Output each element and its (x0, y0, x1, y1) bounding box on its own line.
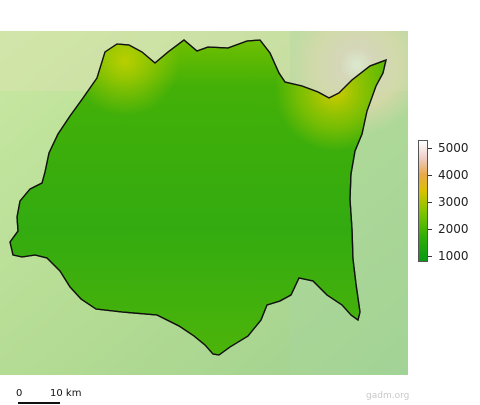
legend-tick (428, 202, 432, 203)
legend-tick (428, 229, 432, 230)
scale-line (18, 402, 60, 404)
source-credit: gadm.org (366, 391, 410, 401)
map-frame (0, 31, 408, 375)
scale-label-zero: 0 (16, 388, 23, 399)
legend-color-bar (418, 140, 428, 262)
legend-label-4000: 4000 (438, 168, 469, 182)
legend-label-2000: 2000 (438, 222, 469, 236)
elevation-map (0, 31, 408, 375)
elevation-legend: 5000 4000 3000 2000 1000 (412, 140, 478, 270)
legend-tick (428, 175, 432, 176)
legend-label-5000: 5000 (438, 141, 469, 155)
scale-label-distance: 10 km (50, 388, 82, 399)
legend-tick (428, 256, 432, 257)
legend-label-1000: 1000 (438, 249, 469, 263)
legend-tick (428, 148, 432, 149)
legend-label-3000: 3000 (438, 195, 469, 209)
